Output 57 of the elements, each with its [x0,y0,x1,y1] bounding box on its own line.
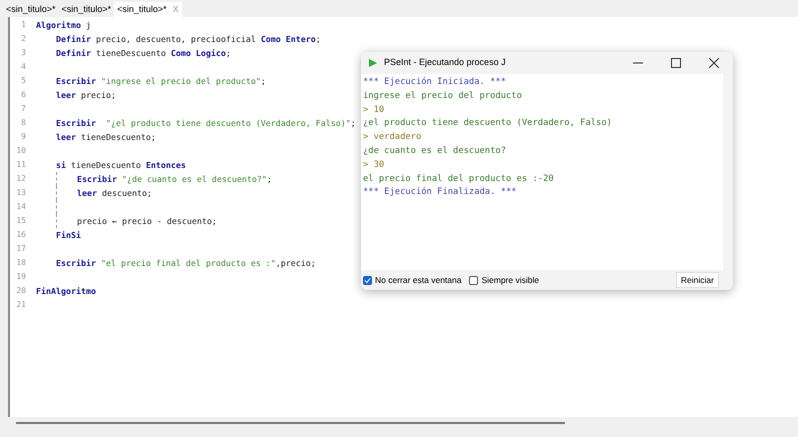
close-icon[interactable] [709,58,719,68]
line-number: 6 [20,89,26,101]
line-number: 16 [15,229,26,241]
maximize-icon[interactable] [671,58,681,68]
checkbox[interactable] [469,276,478,284]
restart-button[interactable]: Reiniciar [676,272,719,288]
line-number: 9 [20,131,26,143]
editor-tab[interactable]: <sin_titulo>* [58,2,114,17]
console-line: > 10 [363,104,386,117]
checkbox-label: No cerrar esta ventana [375,274,462,286]
checkbox-label: Siempre visible [481,274,540,286]
console-line: ¿el producto tiene descuento (Verdadero, Falso) [363,117,613,130]
line-number: 10 [15,145,26,157]
line-number: 2 [20,33,26,45]
horizontal-scrollbar[interactable] [16,422,565,424]
line-number: 17 [15,243,26,255]
line-number: 8 [20,117,26,129]
code-line: Escribir "ingrese el precio del producto"; [56,74,266,88]
code-line: si tieneDescuento Entonces [56,158,186,172]
console-line: > verdadero [363,131,422,144]
line-number: 3 [20,47,26,59]
line-number: 19 [15,271,26,283]
console-line: *** Ejecución Finalizada. *** [363,186,518,200]
code-line: leer descuento; [77,186,152,200]
line-number: 12 [15,173,26,185]
code-line: FinSi [56,228,81,242]
console-line: el precio final del producto es :-20 [363,172,555,186]
console-line: *** Ejecución Iniciada. *** [363,76,507,89]
line-number: 20 [15,285,26,297]
console-line: ingrese el precio del producto [363,90,523,103]
code-line: Escribir "el precio final del producto es :",precio; [56,256,316,270]
line-number: 11 [15,159,26,171]
code-line: FinAlgoritmo [36,284,96,298]
editor-tab[interactable]: <sin_titulo>* X [114,2,182,17]
line-number: 18 [15,257,26,269]
line-number: 1 [20,19,26,31]
code-line: Escribir "¿de cuanto es el descuento?"; [77,172,272,186]
code-line: leer precio; [56,88,116,102]
app-logo-icon [368,58,378,68]
window-title: PSeInt - Ejecutando proceso J [384,56,506,70]
code-line: Escribir "¿el producto tiene descuento (Verdadero, Falso)"; [56,116,356,130]
code-line: Algoritmo j [36,18,91,32]
line-number: 21 [15,299,26,311]
editor-tab[interactable]: <sin_titulo>* [3,2,59,17]
console-line: ¿de cuanto es el descuento? [363,144,507,158]
console-line: > 30 [363,158,386,172]
code-line: Definir tieneDescuento Como Logico; [56,46,231,60]
code-line: leer tieneDescuento; [56,130,156,144]
line-number: 7 [20,103,26,115]
checkbox[interactable] [363,276,372,284]
line-number: 14 [15,201,26,213]
line-number: 15 [15,215,26,227]
line-number: 13 [15,187,26,199]
code-line: Definir precio, descuento, preciooficial Como Entero; [56,32,321,46]
line-number: 4 [20,61,26,73]
code-line: precio ← precio - descuento; [77,214,217,228]
line-number: 5 [20,75,26,87]
